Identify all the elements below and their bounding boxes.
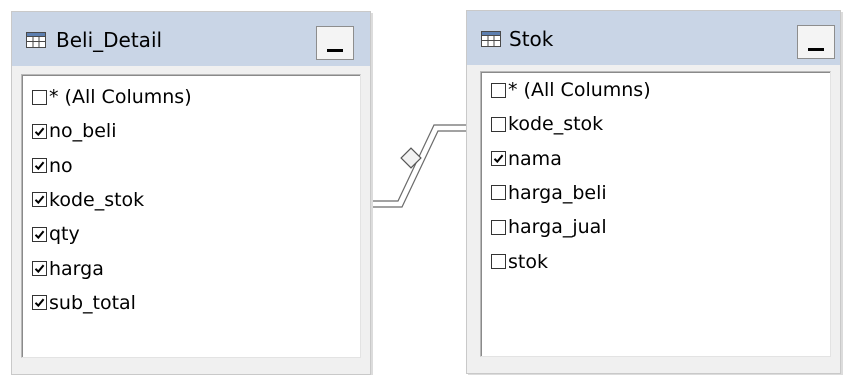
minimize-icon	[808, 48, 824, 51]
minimize-button[interactable]	[316, 26, 354, 60]
column-checkbox[interactable]	[491, 185, 506, 201]
column-row[interactable]: no_beli	[32, 119, 116, 143]
table-window-beli-detail[interactable]: Beli_Detail * (All Columns) no_belino kode…	[11, 11, 371, 375]
table-titlebar[interactable]: Beli_Detail	[12, 12, 370, 66]
column-row[interactable]: qty	[32, 222, 80, 246]
column-checkbox[interactable]	[491, 82, 506, 98]
column-checkbox[interactable]	[32, 123, 47, 139]
column-row[interactable]: * (All Columns)	[491, 78, 651, 102]
checkmark-icon	[34, 161, 45, 171]
column-checkbox[interactable]	[32, 295, 47, 311]
column-checkbox[interactable]	[491, 151, 506, 167]
relationship-diamond-icon[interactable]	[400, 147, 422, 169]
table-titlebar[interactable]: Stok	[467, 11, 840, 65]
column-row[interactable]: stok	[491, 250, 548, 274]
checkmark-icon	[34, 230, 45, 239]
column-label: harga_jual	[508, 216, 607, 239]
column-checkbox[interactable]	[32, 261, 47, 276]
column-row[interactable]: harga_beli	[491, 181, 607, 205]
table-title: Stok	[509, 27, 554, 51]
minimize-icon	[327, 49, 343, 52]
column-label: harga	[49, 257, 104, 280]
table-grid-icon	[481, 31, 501, 47]
column-label: stok	[508, 250, 548, 273]
checkmark-icon	[34, 298, 45, 308]
column-label: harga_beli	[508, 181, 607, 204]
checkmark-icon	[493, 154, 504, 164]
column-checkbox[interactable]	[32, 89, 47, 105]
column-label: kode_stok	[508, 113, 604, 136]
column-list[interactable]: * (All Columns) no_belino kode_stokqty harg…	[21, 74, 361, 358]
column-row[interactable]: nama	[491, 147, 562, 171]
column-row[interactable]: kode_stok	[491, 112, 603, 136]
column-checkbox[interactable]	[491, 219, 506, 235]
column-row[interactable]: harga	[32, 257, 104, 281]
column-checkbox[interactable]	[491, 254, 506, 269]
table-grid-icon	[26, 32, 46, 48]
column-checkbox[interactable]	[32, 158, 47, 174]
column-label: no	[49, 154, 73, 177]
column-label: nama	[508, 147, 562, 170]
column-label: * (All Columns)	[508, 79, 651, 101]
column-label: * (All Columns)	[49, 86, 192, 108]
column-row[interactable]: kode_stok	[32, 188, 144, 212]
column-label: qty	[49, 223, 80, 246]
minimize-button[interactable]	[797, 25, 835, 59]
column-row[interactable]: harga_jual	[491, 215, 607, 239]
table-window-stok[interactable]: Stok * (All Columns) kode_stoknama harga_b…	[466, 10, 841, 374]
column-label: no_beli	[49, 120, 117, 143]
column-label: sub_total	[49, 291, 136, 314]
checkmark-icon	[34, 195, 45, 205]
column-checkbox[interactable]	[491, 116, 506, 132]
column-row[interactable]: no	[32, 154, 73, 178]
column-checkbox[interactable]	[32, 226, 47, 242]
column-list[interactable]: * (All Columns) kode_stoknama harga_beliha…	[480, 71, 831, 357]
column-label: kode_stok	[49, 188, 145, 211]
column-row[interactable]: sub_total	[32, 291, 136, 315]
column-checkbox[interactable]	[32, 192, 47, 208]
checkmark-icon	[34, 264, 45, 274]
table-title: Beli_Detail	[56, 28, 163, 52]
checkmark-icon	[34, 127, 45, 136]
column-row[interactable]: * (All Columns)	[32, 85, 192, 109]
